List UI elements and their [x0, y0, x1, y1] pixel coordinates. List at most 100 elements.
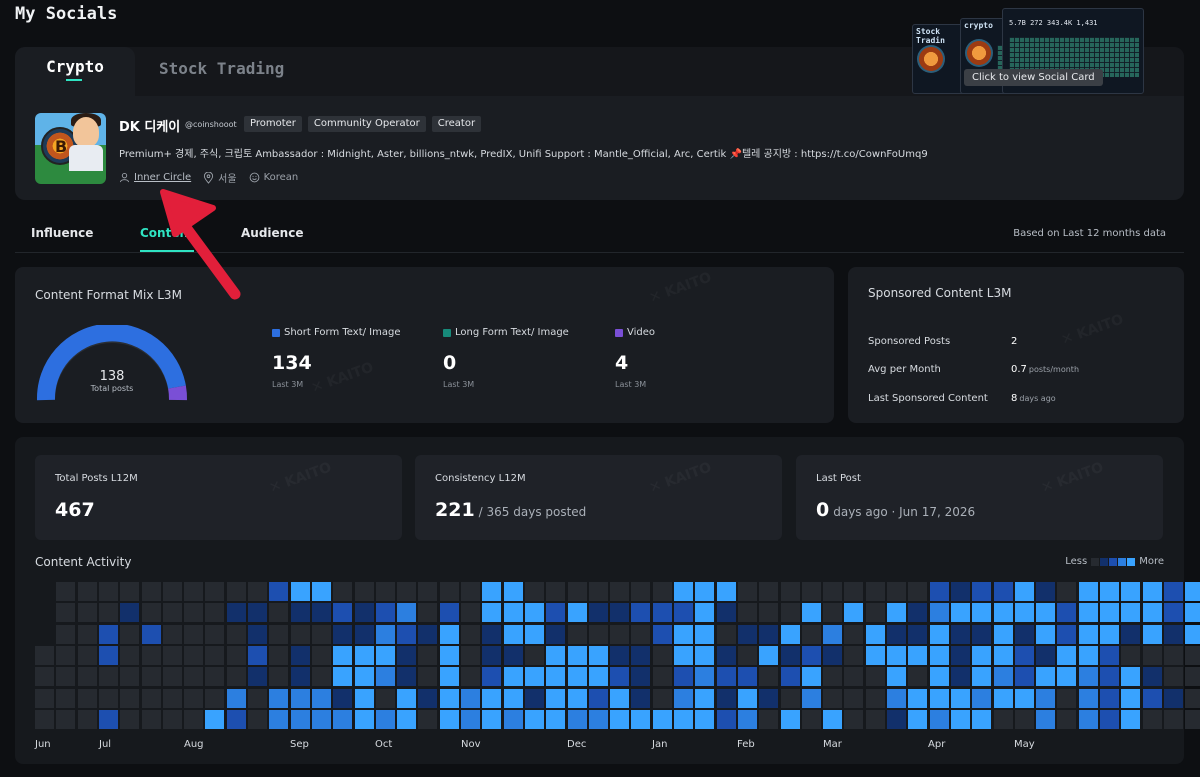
- activity-day-cell[interactable]: [461, 667, 480, 687]
- activity-day-cell[interactable]: [205, 645, 225, 665]
- activity-day-cell[interactable]: [418, 603, 438, 623]
- activity-day-cell[interactable]: [397, 603, 417, 623]
- activity-day-cell[interactable]: [546, 582, 566, 601]
- activity-day-cell[interactable]: [120, 603, 140, 623]
- activity-day-cell[interactable]: [993, 709, 1013, 729]
- activity-day-cell[interactable]: [950, 709, 970, 729]
- activity-day-cell[interactable]: [1057, 645, 1077, 665]
- activity-day-cell[interactable]: [333, 624, 353, 644]
- activity-day-cell[interactable]: [524, 645, 544, 665]
- activity-day-cell[interactable]: [1100, 667, 1119, 687]
- activity-day-cell[interactable]: [205, 709, 225, 729]
- activity-day-cell[interactable]: [929, 688, 949, 708]
- activity-day-cell[interactable]: [1163, 709, 1183, 729]
- activity-day-cell[interactable]: [397, 667, 417, 687]
- activity-day-cell[interactable]: [1078, 624, 1098, 644]
- activity-day-cell[interactable]: [546, 603, 566, 623]
- activity-day-cell[interactable]: [716, 624, 736, 644]
- activity-day-cell[interactable]: [929, 624, 949, 644]
- activity-day-cell[interactable]: [162, 688, 182, 708]
- activity-day-cell[interactable]: [801, 667, 821, 687]
- activity-day-cell[interactable]: [1121, 603, 1141, 623]
- activity-day-cell[interactable]: [844, 709, 864, 729]
- activity-day-cell[interactable]: [695, 709, 715, 729]
- activity-day-cell[interactable]: [524, 667, 544, 687]
- activity-day-cell[interactable]: [780, 624, 800, 644]
- activity-day-cell[interactable]: [482, 582, 502, 601]
- activity-day-cell[interactable]: [801, 688, 821, 708]
- activity-day-cell[interactable]: [375, 667, 395, 687]
- activity-day-cell[interactable]: [354, 645, 374, 665]
- activity-day-cell[interactable]: [482, 709, 502, 729]
- activity-day-cell[interactable]: [439, 645, 459, 665]
- activity-day-cell[interactable]: [98, 688, 118, 708]
- activity-day-cell[interactable]: [652, 603, 672, 623]
- activity-day-cell[interactable]: [354, 688, 374, 708]
- activity-day-cell[interactable]: [908, 645, 928, 665]
- activity-day-cell[interactable]: [993, 688, 1013, 708]
- activity-day-cell[interactable]: [269, 667, 289, 687]
- activity-day-cell[interactable]: [354, 603, 374, 623]
- activity-day-cell[interactable]: [1036, 624, 1056, 644]
- activity-day-cell[interactable]: [354, 709, 374, 729]
- activity-day-cell[interactable]: [780, 582, 800, 601]
- activity-day-cell[interactable]: [631, 688, 651, 708]
- activity-day-cell[interactable]: [56, 709, 76, 729]
- activity-day-cell[interactable]: [311, 603, 331, 623]
- activity-day-cell[interactable]: [546, 624, 566, 644]
- activity-day-cell[interactable]: [1014, 645, 1034, 665]
- activity-day-cell[interactable]: [184, 709, 204, 729]
- activity-day-cell[interactable]: [375, 709, 395, 729]
- activity-day-cell[interactable]: [1142, 645, 1162, 665]
- activity-day-cell[interactable]: [311, 582, 331, 601]
- activity-day-cell[interactable]: [397, 688, 417, 708]
- activity-day-cell[interactable]: [631, 624, 651, 644]
- activity-day-cell[interactable]: [162, 709, 182, 729]
- activity-day-cell[interactable]: [418, 709, 438, 729]
- activity-day-cell[interactable]: [1163, 645, 1183, 665]
- activity-day-cell[interactable]: [1057, 582, 1077, 601]
- activity-day-cell[interactable]: [290, 709, 310, 729]
- activity-day-cell[interactable]: [801, 603, 821, 623]
- activity-day-cell[interactable]: [588, 603, 608, 623]
- activity-day-cell[interactable]: [375, 645, 395, 665]
- activity-day-cell[interactable]: [418, 624, 438, 644]
- activity-day-cell[interactable]: [674, 667, 693, 687]
- activity-day-cell[interactable]: [439, 624, 459, 644]
- activity-day-cell[interactable]: [801, 624, 821, 644]
- activity-day-cell[interactable]: [35, 709, 54, 729]
- activity-day-cell[interactable]: [226, 645, 246, 665]
- activity-day-cell[interactable]: [865, 582, 885, 601]
- activity-day-cell[interactable]: [1078, 603, 1098, 623]
- activity-day-cell[interactable]: [737, 709, 757, 729]
- activity-day-cell[interactable]: [1121, 645, 1141, 665]
- activity-day-cell[interactable]: [1121, 709, 1141, 729]
- activity-day-cell[interactable]: [269, 709, 289, 729]
- activity-day-cell[interactable]: [674, 709, 693, 729]
- activity-day-cell[interactable]: [162, 624, 182, 644]
- activity-day-cell[interactable]: [77, 688, 97, 708]
- activity-day-cell[interactable]: [1078, 709, 1098, 729]
- activity-day-cell[interactable]: [141, 688, 161, 708]
- activity-day-cell[interactable]: [950, 603, 970, 623]
- activity-day-cell[interactable]: [1014, 709, 1034, 729]
- activity-day-cell[interactable]: [311, 645, 331, 665]
- activity-day-cell[interactable]: [908, 582, 928, 601]
- activity-day-cell[interactable]: [1078, 645, 1098, 665]
- activity-day-cell[interactable]: [1185, 645, 1200, 665]
- activity-day-cell[interactable]: [674, 582, 693, 601]
- activity-day-cell[interactable]: [631, 645, 651, 665]
- activity-day-cell[interactable]: [652, 582, 672, 601]
- activity-day-cell[interactable]: [226, 667, 246, 687]
- activity-day-cell[interactable]: [1142, 688, 1162, 708]
- activity-day-cell[interactable]: [865, 645, 885, 665]
- activity-day-cell[interactable]: [844, 582, 864, 601]
- activity-day-cell[interactable]: [1014, 603, 1034, 623]
- activity-day-cell[interactable]: [737, 667, 757, 687]
- activity-day-cell[interactable]: [631, 667, 651, 687]
- activity-day-cell[interactable]: [887, 582, 906, 601]
- activity-day-cell[interactable]: [333, 582, 353, 601]
- activity-day-cell[interactable]: [98, 624, 118, 644]
- activity-day-cell[interactable]: [162, 667, 182, 687]
- activity-day-cell[interactable]: [1078, 582, 1098, 601]
